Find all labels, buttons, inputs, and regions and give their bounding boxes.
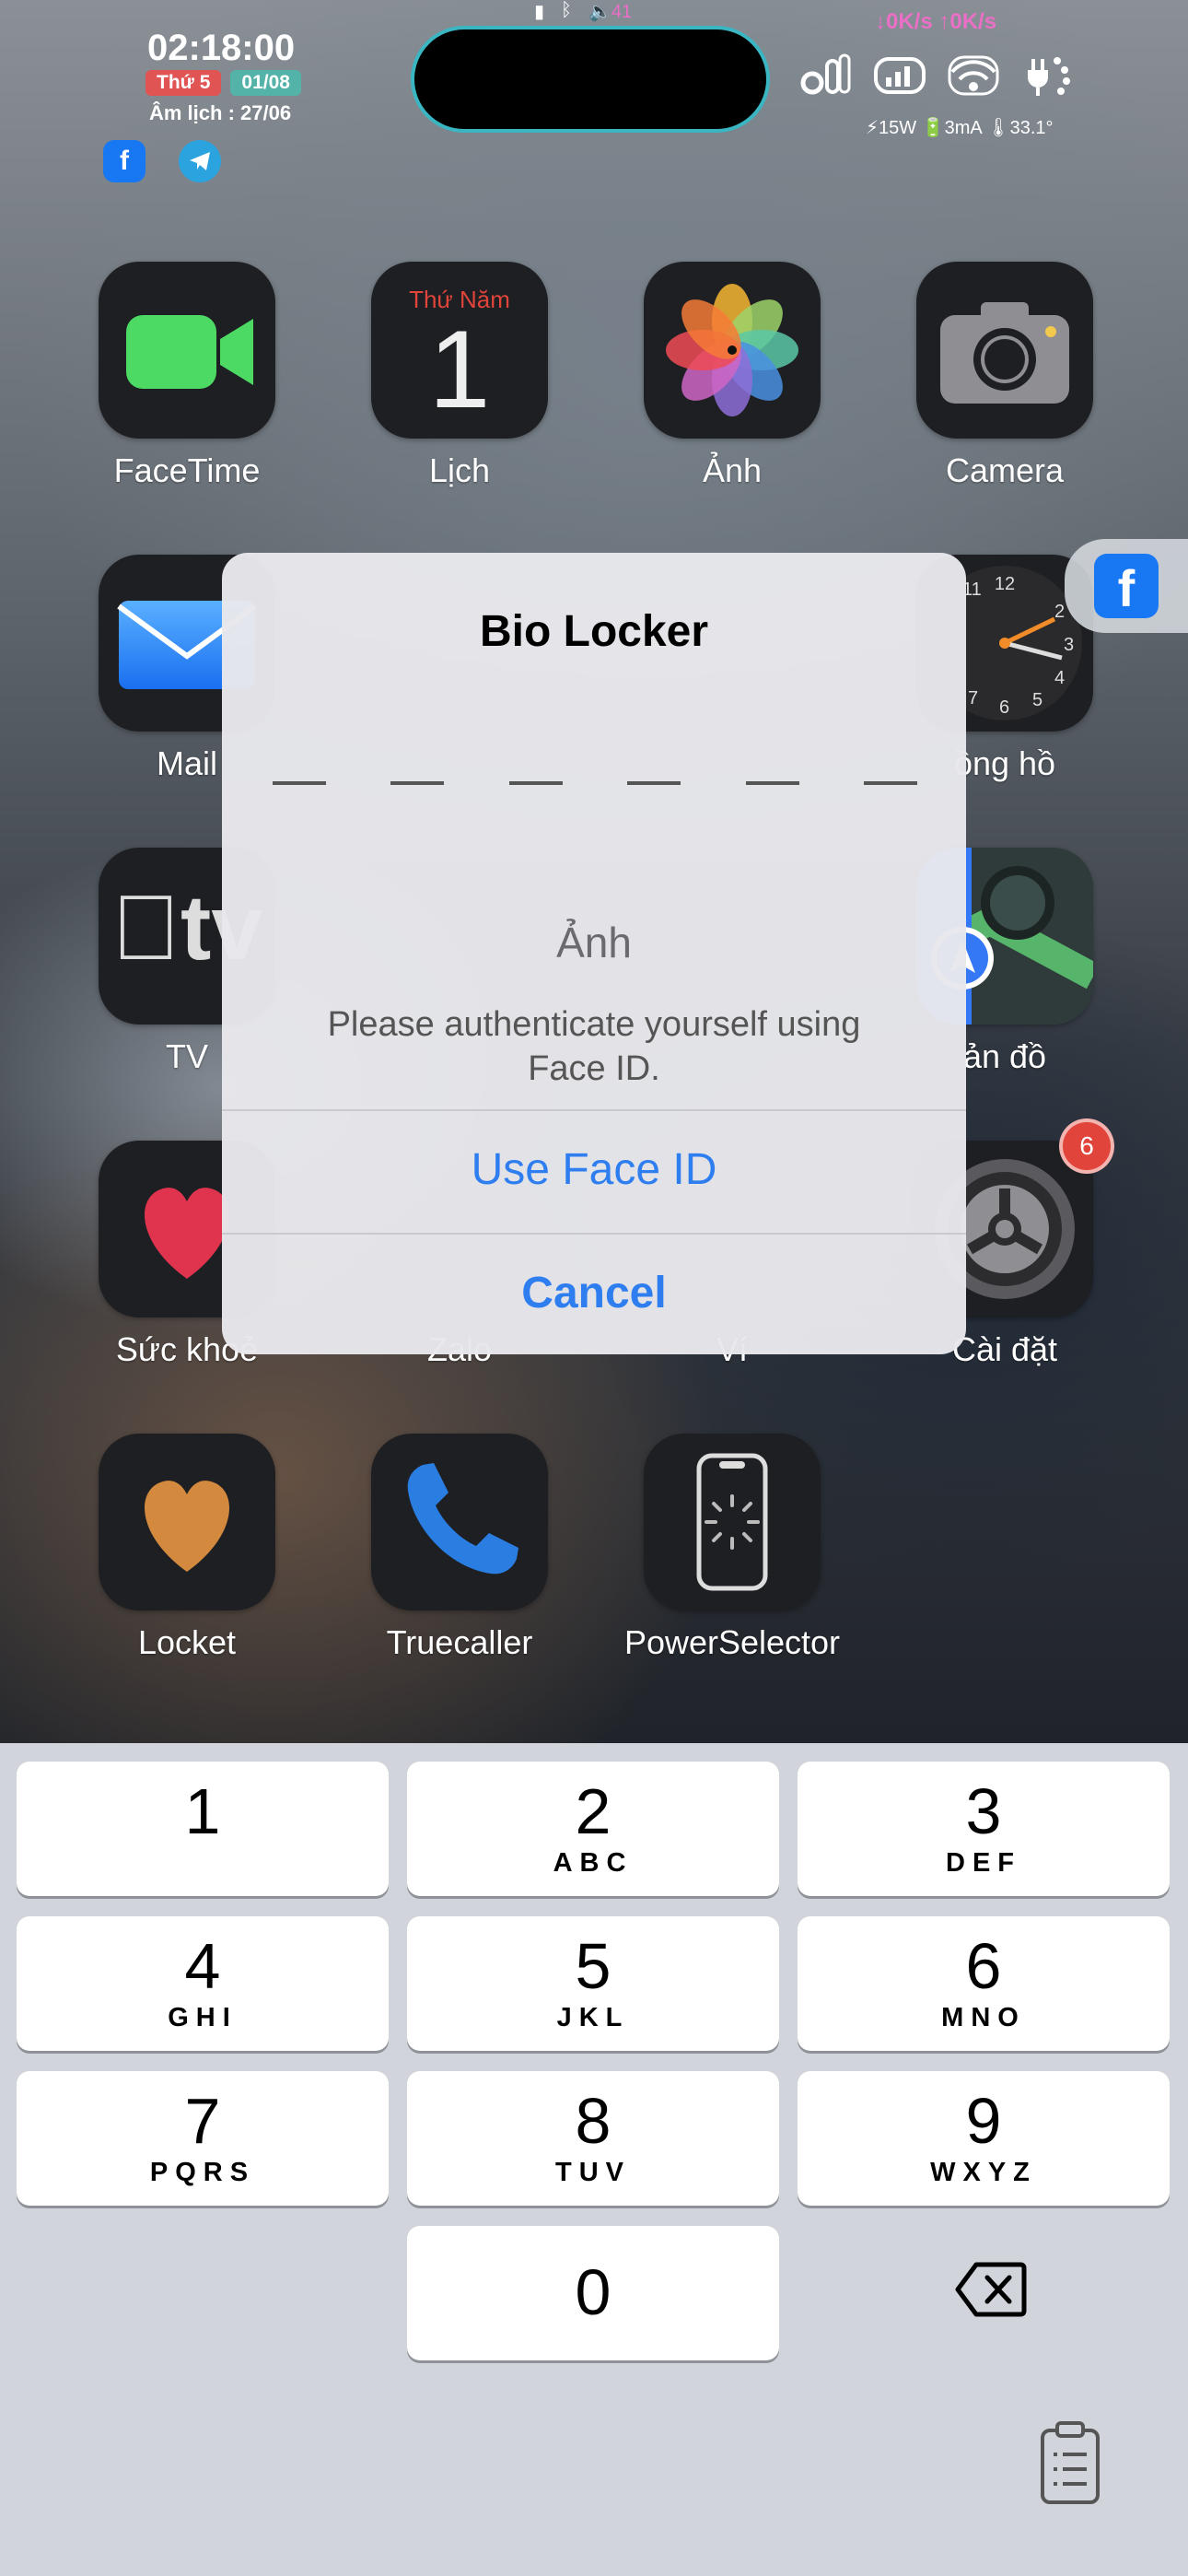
charging-plug-icon	[1020, 52, 1074, 98]
key-6[interactable]: 6 MNO	[798, 1916, 1170, 2051]
settings-notification-badge: 6	[1059, 1118, 1114, 1174]
key-8[interactable]: 8 TUV	[407, 2071, 779, 2206]
top-indicators: ▮ ᛒ 🔈41	[534, 0, 632, 23]
locket-app[interactable]: Locket	[67, 1434, 307, 1662]
key-digit: 5	[575, 1930, 611, 2002]
key-digit: 2	[575, 1775, 611, 1847]
phone-icon	[371, 1434, 548, 1610]
key-letters: MNO	[941, 2003, 1026, 2032]
dynamic-island	[411, 26, 770, 133]
svg-text:7: 7	[968, 688, 978, 708]
key-2[interactable]: 2 ABC	[407, 1762, 779, 1896]
facetime-label: FaceTime	[113, 451, 261, 489]
key-digit: 8	[575, 2085, 611, 2157]
pin-slot	[273, 781, 326, 785]
network-speed: ↓0K/s ↑0K/s	[875, 9, 997, 34]
bluetooth-icon: ᛒ	[561, 0, 573, 20]
weekday-badge: Thứ 5	[146, 70, 222, 96]
locket-label: Locket	[137, 1623, 237, 1661]
volume-icon: 🔈41	[588, 2, 633, 22]
svg-text:4: 4	[1054, 668, 1065, 688]
calendar-icon: Thứ Năm 1	[371, 262, 548, 439]
facebook-notification-icon: f	[103, 140, 146, 182]
photos-icon	[644, 262, 821, 439]
dialog-title: Bio Locker	[479, 607, 709, 656]
key-digit: 3	[965, 1775, 1002, 1847]
dialog-app-name: Ảnh	[556, 919, 632, 966]
key-5[interactable]: 5 JKL	[407, 1916, 779, 2051]
use-face-id-button[interactable]: Use Face ID	[222, 1144, 966, 1195]
wifi-icon	[947, 52, 1000, 98]
powerselector-label: PowerSelector	[623, 1623, 841, 1661]
camera-icon	[916, 262, 1093, 439]
svg-text:6: 6	[999, 697, 1009, 718]
key-digit: 6	[965, 1930, 1002, 2002]
cellular-icon	[873, 52, 926, 98]
pin-slot	[390, 781, 445, 785]
status-icons	[799, 52, 1074, 98]
divider	[222, 1109, 966, 1111]
calendar-label: Lịch	[428, 451, 491, 489]
date-badge: 01/08	[230, 70, 301, 96]
pin-entry[interactable]	[273, 781, 917, 785]
locket-heart-icon	[99, 1434, 275, 1610]
cancel-button[interactable]: Cancel	[222, 1268, 966, 1318]
volume-level: 41	[611, 2, 633, 22]
key-digit: 4	[184, 1930, 221, 2002]
key-letters: JKL	[556, 2003, 630, 2032]
delete-key-icon[interactable]	[954, 2257, 1028, 2322]
signal-icon	[799, 52, 853, 98]
svg-text:3: 3	[1064, 635, 1074, 655]
facetime-app[interactable]: FaceTime	[67, 262, 307, 490]
key-letters: GHI	[168, 2003, 238, 2032]
truecaller-label: Truecaller	[386, 1623, 533, 1661]
key-digit: 0	[575, 2256, 611, 2328]
clipboard-icon[interactable]	[1039, 2421, 1101, 2506]
photos-label: Ảnh	[702, 451, 763, 489]
pin-slot	[863, 781, 917, 785]
calendar-app[interactable]: Thứ Năm 1 Lịch	[340, 262, 579, 490]
pin-slot	[745, 781, 799, 785]
floating-facebook-button[interactable]: f	[1065, 539, 1188, 633]
key-9[interactable]: 9 WXYZ	[798, 2071, 1170, 2206]
pin-slot	[508, 781, 563, 785]
power-info: ⚡15W 🔋3mA 🌡33.1°	[866, 118, 1054, 138]
powerselector-phone-icon	[644, 1434, 821, 1610]
key-0[interactable]: 0	[407, 2226, 779, 2360]
telegram-notification-icon	[179, 140, 221, 182]
key-4[interactable]: 4 GHI	[17, 1916, 389, 2051]
calendar-date: 1	[428, 308, 491, 431]
key-letters: TUV	[555, 2158, 631, 2187]
key-1[interactable]: 1	[17, 1762, 389, 1896]
bio-locker-dialog: Bio Locker Ảnh Please authenticate yours…	[222, 553, 966, 1354]
facebook-icon: f	[1094, 554, 1159, 618]
key-letters: DEF	[946, 1848, 1021, 1878]
key-7[interactable]: 7 PQRS	[17, 2071, 389, 2206]
date-row: Thứ 5 01/08	[146, 70, 301, 96]
key-digit: 7	[184, 2085, 221, 2157]
photos-app[interactable]: Ảnh	[612, 262, 852, 490]
camera-label: Camera	[945, 451, 1065, 489]
pin-slot	[627, 781, 681, 785]
key-letters: ABC	[553, 1848, 634, 1878]
key-digit: 1	[184, 1775, 221, 1847]
sim-icon: ▮	[534, 2, 545, 22]
key-letters: WXYZ	[930, 2158, 1037, 2187]
key-digit: 9	[965, 2085, 1002, 2157]
camera-app[interactable]: Camera	[885, 262, 1124, 490]
key-3[interactable]: 3 DEF	[798, 1762, 1170, 1896]
truecaller-app[interactable]: Truecaller	[340, 1434, 579, 1662]
svg-text:5: 5	[1032, 690, 1042, 710]
lunar-date: Âm lịch : 27/06	[149, 101, 292, 124]
facetime-icon	[99, 262, 275, 439]
key-letters: PQRS	[149, 2158, 256, 2187]
dialog-message: Please authenticate yourself using Face …	[327, 1005, 861, 1088]
divider	[222, 1233, 966, 1235]
status-time: 02:18:00	[147, 28, 296, 68]
powerselector-app[interactable]: PowerSelector	[612, 1434, 852, 1662]
svg-text:2: 2	[1054, 602, 1065, 622]
svg-text:12: 12	[995, 574, 1015, 594]
status-bar: 02:18:00 Thứ 5 01/08 Âm lịch : 27/06 f ▮…	[0, 0, 1188, 240]
